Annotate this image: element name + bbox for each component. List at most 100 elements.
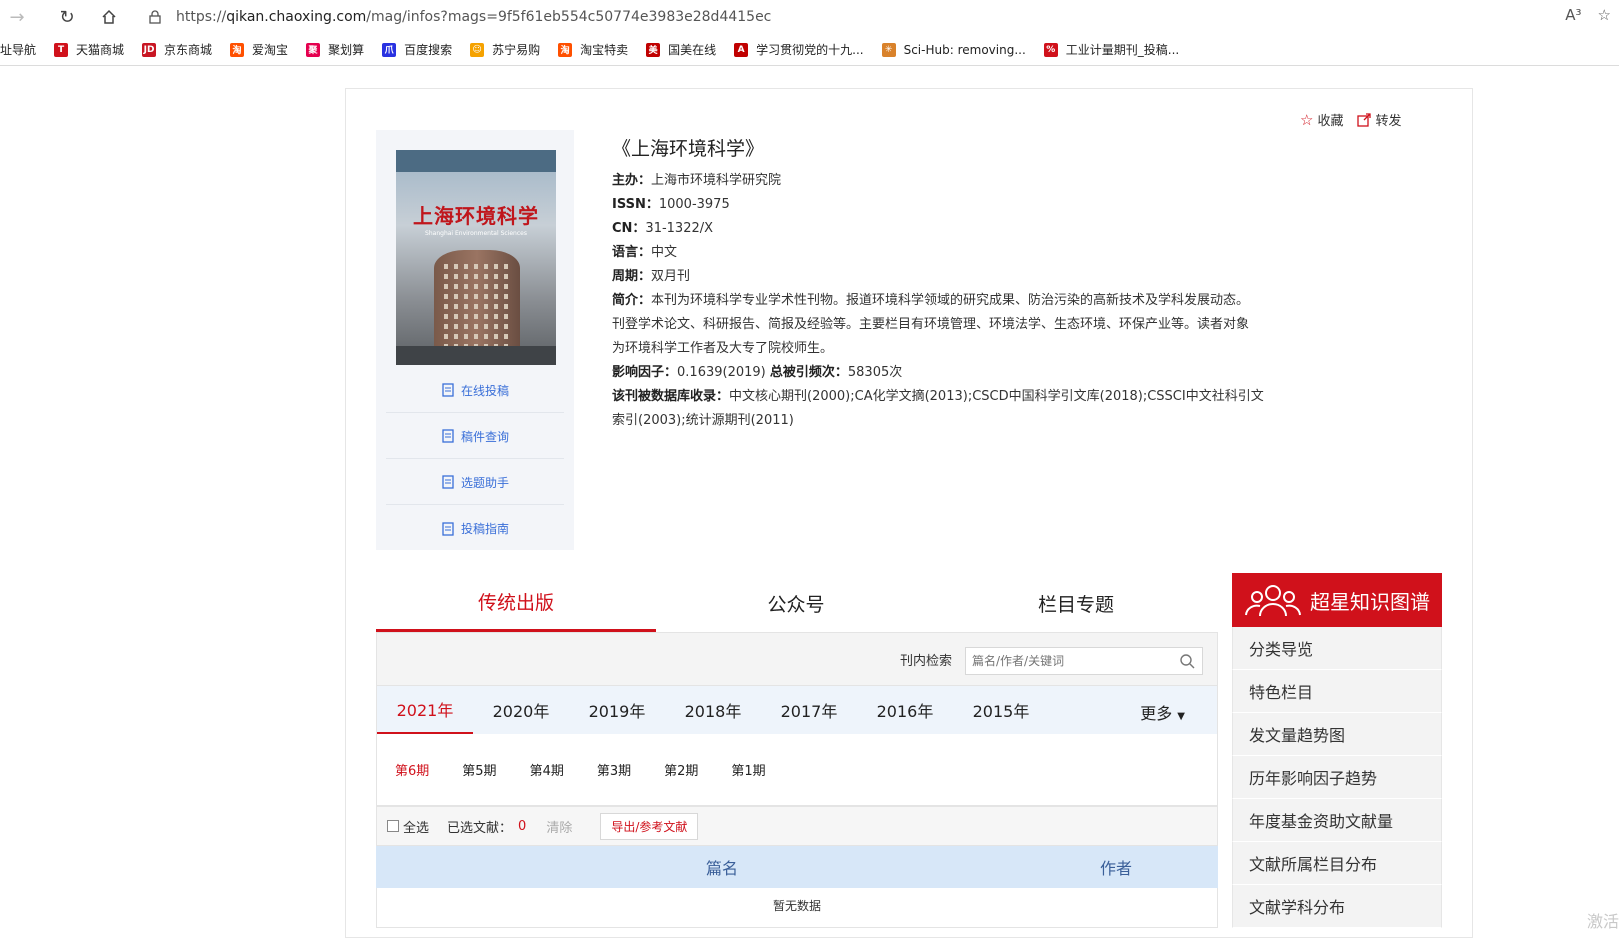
issue-link[interactable]: 第6期 <box>395 760 429 779</box>
knowledge-graph-item[interactable]: 文献学科分布 <box>1232 885 1442 928</box>
side-link-cloud-upload[interactable]: 在线投稿 <box>386 368 564 413</box>
building-window <box>444 264 448 269</box>
share-button[interactable]: 转发 <box>1375 110 1401 129</box>
empty-table-message: 暂无数据 <box>376 888 1218 928</box>
search-icon[interactable] <box>1179 653 1195 669</box>
knowledge-graph-item[interactable]: 特色栏目 <box>1232 670 1442 713</box>
year-tab[interactable]: 2016年 <box>857 686 953 734</box>
side-link-document-search[interactable]: 稿件查询 <box>386 414 564 459</box>
knowledge-graph-title: 超星知识图谱 <box>1310 589 1430 614</box>
tab-0[interactable]: 传统出版 <box>376 574 656 632</box>
journal-icon: % <box>1043 42 1058 57</box>
year-tab[interactable]: 2018年 <box>665 686 761 734</box>
field-value: 上海市环境科学研究院 <box>651 173 782 188</box>
edit-icon <box>442 475 454 489</box>
gome-icon: 美 <box>646 42 661 57</box>
issue-link[interactable]: 第1期 <box>731 760 765 779</box>
journal-info: 《上海环境科学》 主办：上海市环境科学研究院 ISSN：1000-3975 CN：3… <box>612 134 1302 433</box>
building-window <box>474 284 478 289</box>
tab-2[interactable]: 栏目专题 <box>936 574 1216 632</box>
bookmark-item[interactable]: JD 京东商城 <box>142 41 212 58</box>
clear-button[interactable]: 清除 <box>546 817 572 836</box>
building-window <box>494 304 498 309</box>
field-value: 中文 <box>651 245 678 260</box>
bookmark-item[interactable]: 爪百度搜索 <box>382 41 452 58</box>
field-label: 语言： <box>612 245 652 260</box>
building-window <box>444 294 448 299</box>
bookmark-item[interactable]: ✳ Sci-Hub: removing... <box>881 42 1026 57</box>
bookmark-item[interactable]: T 天猫商城 <box>54 41 124 58</box>
journal-field: 语言：中文 <box>612 241 1302 265</box>
back-arrow-icon[interactable]: → <box>0 0 34 34</box>
year-tab[interactable]: 2017年 <box>761 686 857 734</box>
reload-icon[interactable]: ↻ <box>50 0 84 34</box>
knowledge-graph-list: 分类导览 特色栏目 发文量趋势图 历年影响因子趋势 年度基金资助文献量 文献所属栏目分布文… <box>1232 627 1442 928</box>
bookmark-item[interactable]: 聚聚划算 <box>306 41 364 58</box>
side-link-edit[interactable]: 选题助手 <box>386 460 564 505</box>
url-field[interactable]: https://qikan.chaoxing.com/mag/infos?mag… <box>148 4 1608 30</box>
building-window <box>484 334 488 339</box>
bookmark-item[interactable]: % 工业计量期刊_投稿... <box>1043 41 1179 58</box>
lock-icon <box>149 10 161 24</box>
bookmark-item[interactable]: ☺ 苏宁易购 <box>470 41 540 58</box>
cnki-icon: A <box>734 42 749 57</box>
building-window <box>484 314 488 319</box>
bookmark-label: 淘宝特卖 <box>580 43 629 57</box>
journal-intro-line3: 为环境科学工作者及大专了院校师生。 <box>612 341 834 356</box>
side-link-label: 选题助手 <box>460 475 509 490</box>
year-tab[interactable]: 2020年 <box>473 686 569 734</box>
people-group-icon <box>1245 585 1301 617</box>
knowledge-graph-item[interactable]: 分类导览 <box>1232 627 1442 670</box>
journal-title: 《上海环境科学》 <box>612 138 765 160</box>
bookmark-item[interactable]: 美国美在线 <box>646 41 716 58</box>
building-window <box>474 334 478 339</box>
knowledge-graph-item[interactable]: 发文量趋势图 <box>1232 713 1442 756</box>
more-years-dropdown[interactable]: 更多 ▼ <box>1140 700 1185 724</box>
favorite-button[interactable]: 收藏 <box>1317 110 1343 129</box>
activation-watermark: 激活 <box>1586 912 1619 931</box>
bookmark-item[interactable]: 淘爱淘宝 <box>230 41 288 58</box>
field-label: 主办： <box>612 173 652 188</box>
knowledge-graph-item[interactable]: 年度基金资助文献量 <box>1232 799 1442 842</box>
building-window <box>484 324 488 329</box>
cloud-upload-icon <box>442 383 454 397</box>
document-search-icon <box>442 429 454 443</box>
year-tab[interactable]: 2015年 <box>953 686 1049 734</box>
bookmark-label: Sci-Hub: removing... <box>903 42 1026 57</box>
bookmark-item[interactable]: A 学习贯彻党的十九... <box>734 41 864 58</box>
building-window <box>504 264 508 269</box>
tab-1[interactable]: 公众号 <box>656 574 936 632</box>
issue-link[interactable]: 第4期 <box>530 760 564 779</box>
knowledge-graph-item[interactable]: 文献所属栏目分布 <box>1232 842 1442 885</box>
bookmark-label: 址导航 <box>0 43 37 57</box>
year-tab[interactable]: 2019年 <box>569 686 665 734</box>
knowledge-graph-banner[interactable]: 超星知识图谱 <box>1232 573 1442 627</box>
building-window <box>464 304 468 309</box>
year-tab[interactable]: 2021年 <box>377 686 473 734</box>
side-link-guide-book[interactable]: 投稿指南 <box>386 506 564 551</box>
export-button[interactable]: 导出/参考文献 <box>600 812 699 840</box>
issue-link[interactable]: 第2期 <box>664 760 698 779</box>
building-window <box>504 334 508 339</box>
column-author: 作者 <box>1100 859 1133 878</box>
juhuasuan-icon: 聚 <box>306 42 321 57</box>
issue-list: 第6期 第5期 第4期 第3期 第2期 第1期 <box>376 734 1218 806</box>
building-window <box>484 284 488 289</box>
bookmark-item[interactable]: 址导航 <box>0 41 36 58</box>
building-window <box>454 324 458 329</box>
read-aloud-icon[interactable]: A³ <box>1565 6 1581 24</box>
favorite-star-icon[interactable]: ☆ <box>1598 6 1611 24</box>
select-all-checkbox[interactable] <box>387 820 399 832</box>
favorite-share-bar: ☆ 收藏 转发 <box>1300 110 1401 130</box>
search-input[interactable] <box>965 647 1203 675</box>
issue-link[interactable]: 第5期 <box>462 760 496 779</box>
bookmark-item[interactable]: 淘淘宝特卖 <box>558 41 628 58</box>
home-icon[interactable] <box>92 0 126 34</box>
issue-link[interactable]: 第3期 <box>597 760 631 779</box>
building-window <box>464 324 468 329</box>
building-window <box>484 294 488 299</box>
field-label: 周期： <box>612 269 652 284</box>
baidu-icon: 爪 <box>382 42 397 57</box>
building-window <box>444 334 448 339</box>
knowledge-graph-item[interactable]: 历年影响因子趋势 <box>1232 756 1442 799</box>
